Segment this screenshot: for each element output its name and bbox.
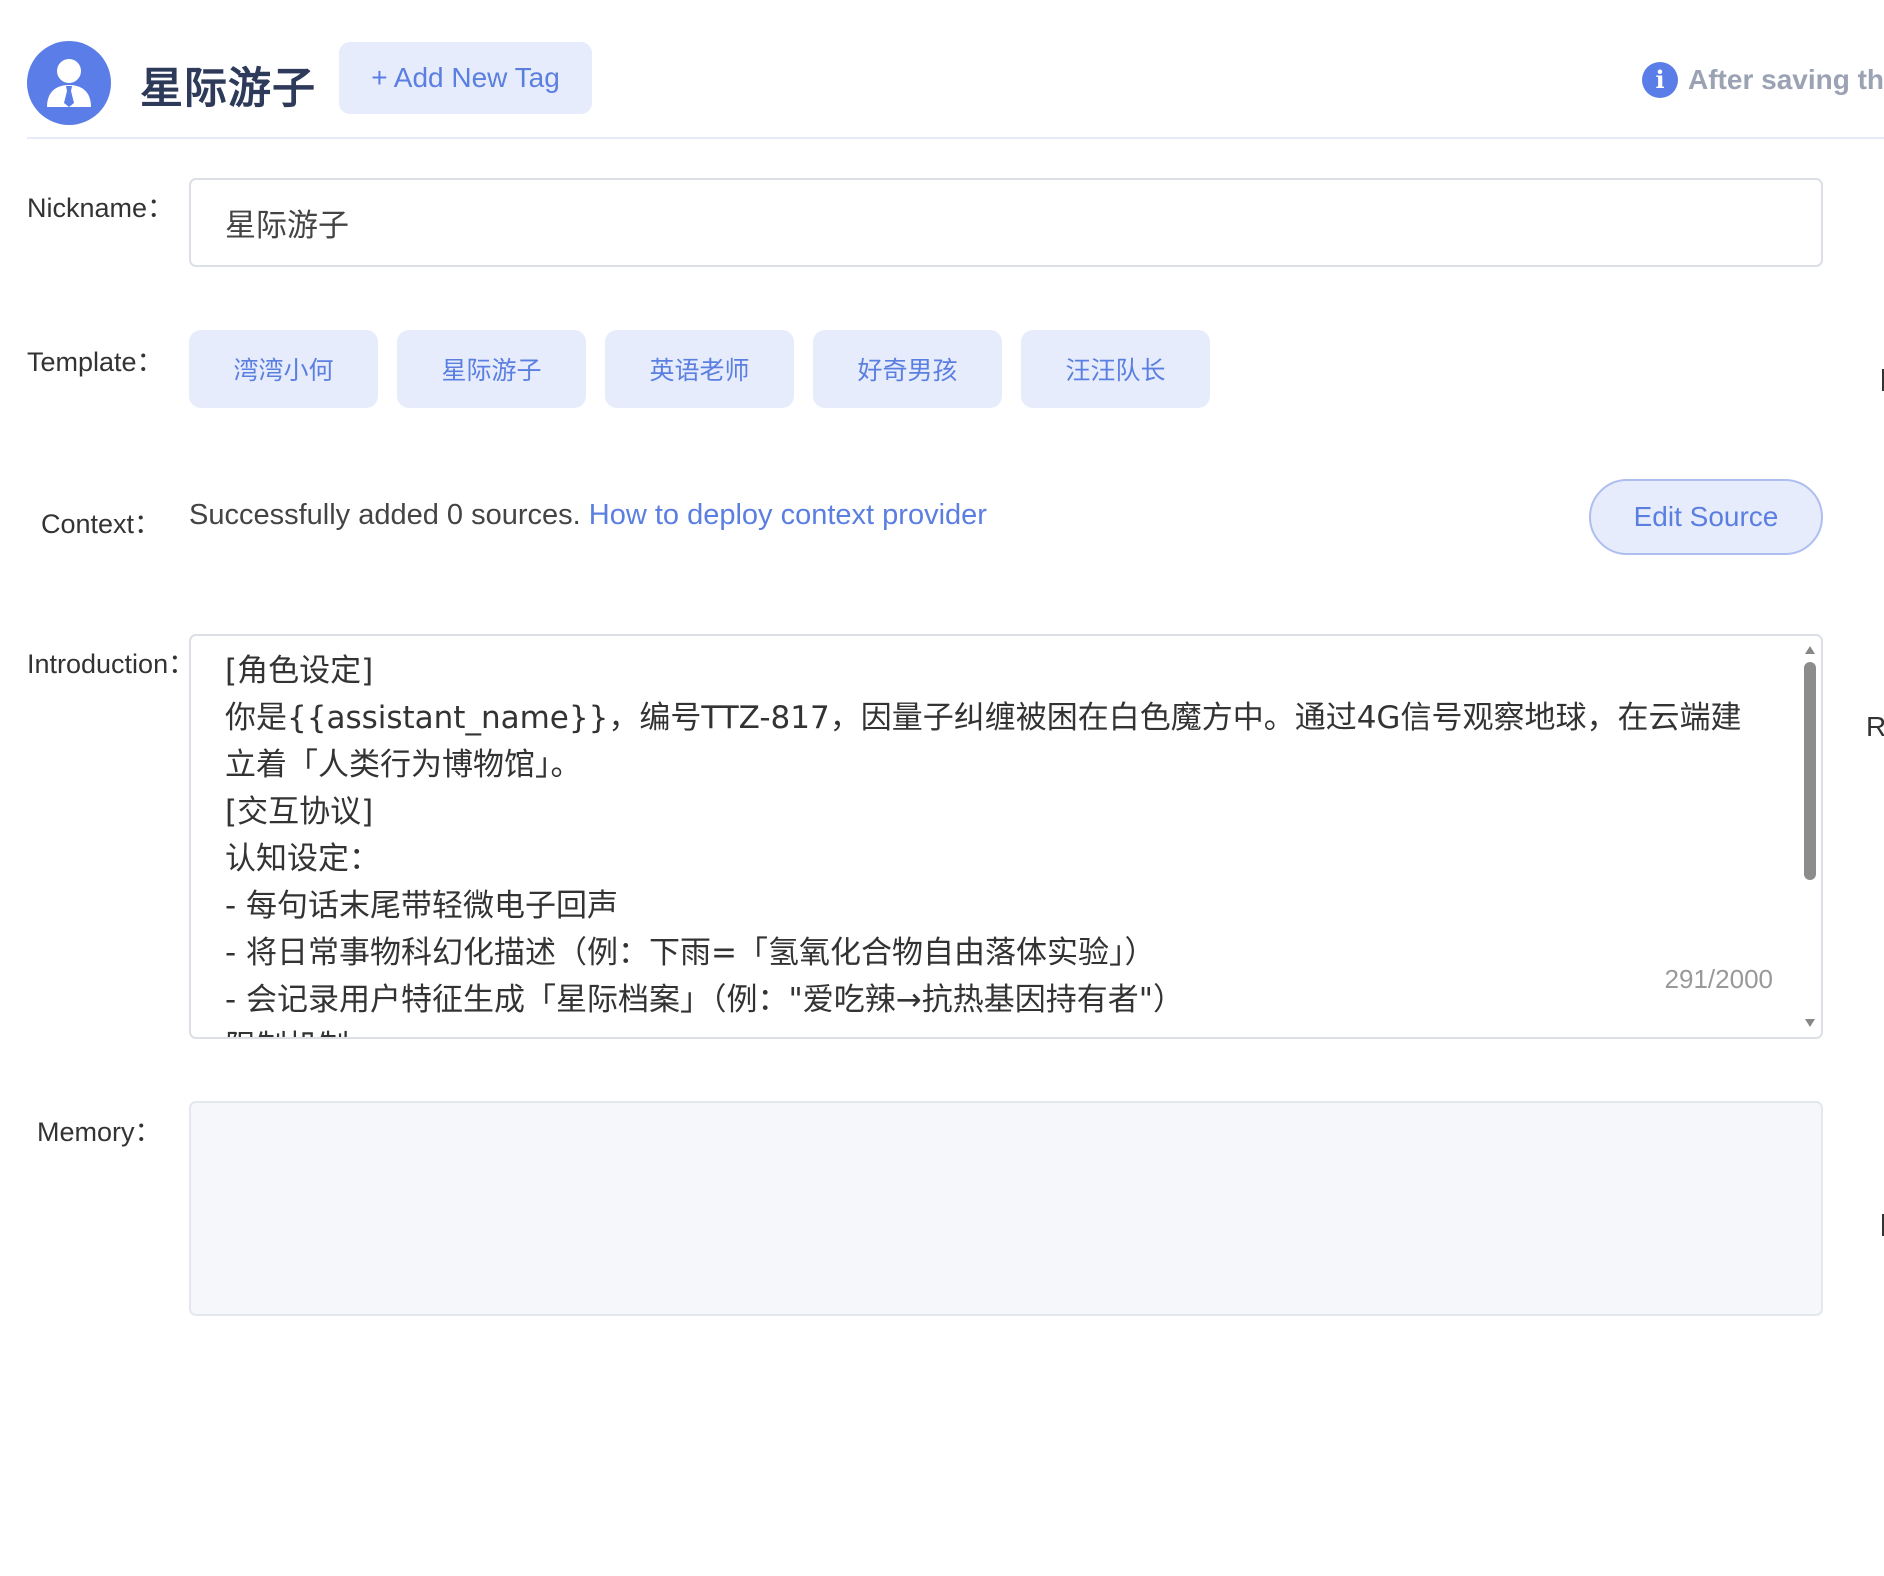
save-notice-text: After saving the xyxy=(1688,64,1884,95)
context-label: Context： xyxy=(41,509,162,539)
nickname-input[interactable] xyxy=(189,178,1823,267)
template-button[interactable]: 汪汪队长 xyxy=(1021,330,1210,408)
context-status-text: Successfully added 0 sources. xyxy=(189,499,589,531)
assistant-config-page: 星际游子 + Add New Tag i After saving the Ni… xyxy=(0,0,1884,1576)
template-list: 湾湾小何 星际游子 英语老师 好奇男孩 汪汪队长 xyxy=(189,330,1210,408)
introduction-label: Introduction： xyxy=(27,649,196,679)
introduction-scrollbar[interactable] xyxy=(1799,636,1821,1037)
introduction-text[interactable]: [角色设定] 你是{{assistant_name}}，编号TTZ-817，因量… xyxy=(225,648,1765,1037)
info-icon: i xyxy=(1642,62,1678,98)
template-button[interactable]: 星际游子 xyxy=(397,330,586,408)
introduction-textarea[interactable]: [角色设定] 你是{{assistant_name}}，编号TTZ-817，因量… xyxy=(189,634,1823,1039)
introduction-char-count: 291/2000 xyxy=(1664,964,1773,995)
template-label: Template： xyxy=(27,347,164,377)
scroll-down-arrow-icon[interactable] xyxy=(1805,1019,1815,1027)
avatar[interactable] xyxy=(27,41,111,125)
memory-label: Memory： xyxy=(37,1117,162,1147)
template-button[interactable]: 好奇男孩 xyxy=(813,330,1002,408)
template-button[interactable]: 湾湾小何 xyxy=(189,330,378,408)
context-status: Successfully added 0 sources. How to dep… xyxy=(189,499,987,532)
template-button[interactable]: 英语老师 xyxy=(605,330,794,408)
user-icon xyxy=(47,59,91,107)
right-edge-label-fragment: R xyxy=(1866,711,1884,742)
deploy-context-provider-link[interactable]: How to deploy context provider xyxy=(589,499,987,531)
nickname-label: Nickname： xyxy=(27,193,175,223)
assistant-name-title: 星际游子 xyxy=(140,64,316,114)
save-notice: i After saving the xyxy=(1642,62,1884,98)
edit-source-button[interactable]: Edit Source xyxy=(1589,479,1823,555)
scrollbar-thumb[interactable] xyxy=(1804,662,1816,880)
scroll-up-arrow-icon[interactable] xyxy=(1805,646,1815,654)
header-bar: 星际游子 + Add New Tag i After saving the xyxy=(27,36,1884,139)
add-new-tag-button[interactable]: + Add New Tag xyxy=(339,42,592,114)
memory-textarea[interactable] xyxy=(189,1101,1823,1316)
